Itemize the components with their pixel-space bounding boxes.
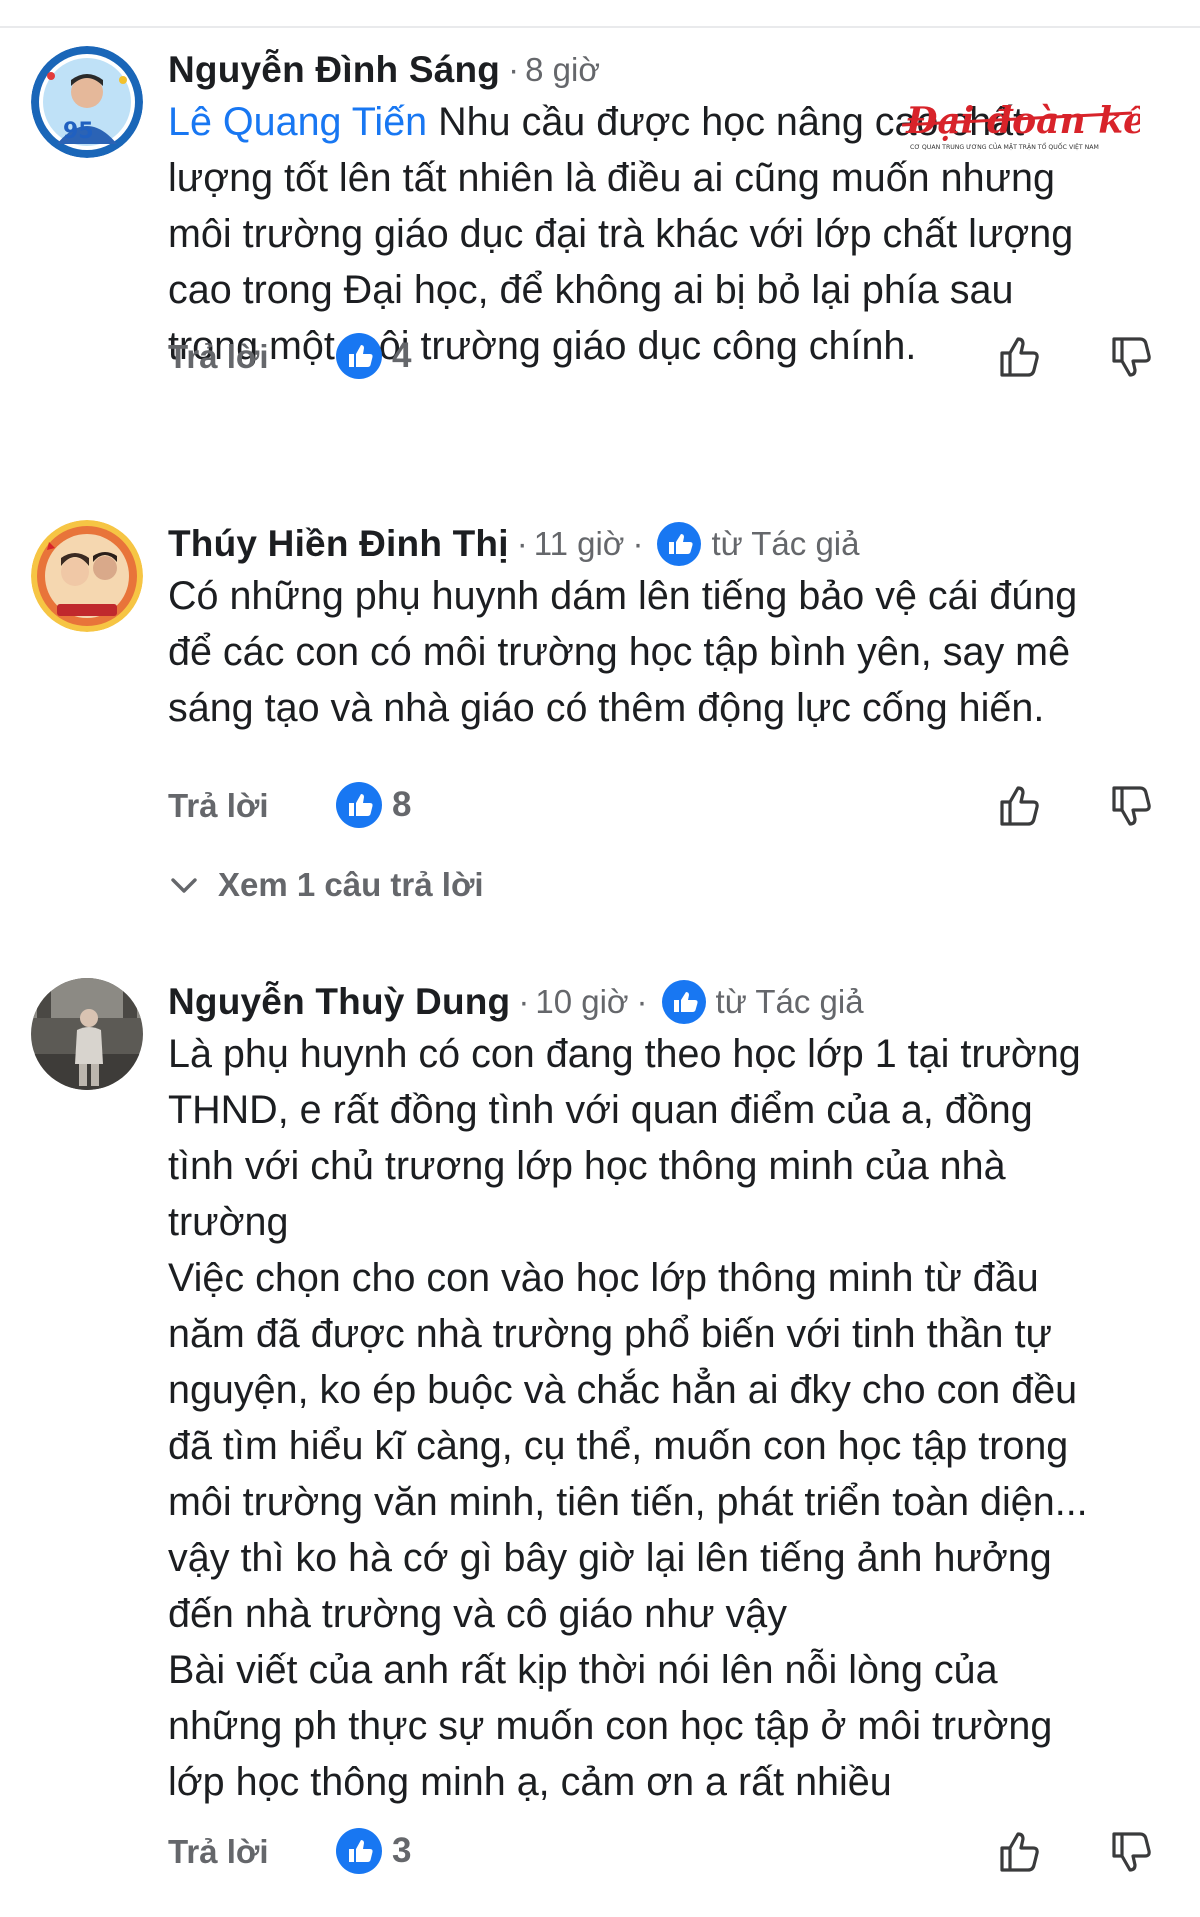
thumbs-down-icon[interactable]	[1108, 333, 1156, 381]
comment-body: Là phụ huynh có con đang theo học lớp 1 …	[168, 1032, 1088, 1804]
thumbs-up-icon[interactable]	[996, 1828, 1044, 1876]
separator-dot: ·	[518, 983, 530, 1020]
comment-actions: Trả lời 8	[168, 778, 1178, 834]
author-name[interactable]: Nguyễn Đình Sáng	[168, 49, 500, 91]
avatar[interactable]	[31, 978, 143, 1090]
timestamp[interactable]: 10 giờ	[535, 983, 628, 1021]
view-replies-button[interactable]: Xem 1 câu trả lời	[168, 866, 484, 904]
like-reaction-icon	[336, 1828, 382, 1874]
avatar[interactable]	[31, 520, 143, 632]
separator-dot: ·	[636, 983, 648, 1020]
author-like-badge-icon	[661, 980, 706, 1024]
like-count-number: 8	[392, 785, 412, 824]
comment-body: Có những phụ huynh dám lên tiếng bảo vệ …	[168, 574, 1078, 730]
comment-header: Thúy Hiền Đinh Thị · 11 giờ · từ Tác giả	[168, 520, 860, 568]
comment-header: Nguyễn Đình Sáng · 8 giờ	[168, 46, 600, 94]
comment-actions: Trả lời 4	[168, 329, 1178, 385]
top-divider	[0, 26, 1200, 28]
like-reaction-icon	[336, 333, 382, 379]
like-reaction-icon	[336, 782, 382, 828]
mention-link[interactable]: Lê Quang Tiến	[168, 100, 427, 144]
separator-dot: ·	[516, 525, 528, 562]
chevron-down-icon	[171, 878, 197, 893]
like-count[interactable]: 4	[336, 333, 411, 379]
thumbs-down-icon[interactable]	[1108, 1828, 1156, 1876]
like-count-number: 4	[392, 336, 412, 375]
comment-header: Nguyễn Thuỳ Dung · 10 giờ · từ Tác giả	[168, 978, 864, 1026]
separator-dot: ·	[508, 51, 520, 88]
watermark-logo-text: Đại đoàn kết	[905, 100, 1140, 142]
separator-dot: ·	[632, 525, 644, 562]
like-count[interactable]: 8	[336, 782, 411, 828]
reply-button[interactable]: Trả lời	[168, 329, 269, 385]
like-count-number: 3	[392, 1831, 412, 1870]
author-badge-text: từ Tác giả	[715, 983, 864, 1020]
author-name[interactable]: Nguyễn Thuỳ Dung	[168, 981, 510, 1023]
like-count[interactable]: 3	[336, 1828, 411, 1874]
svg-text:95: 95	[63, 119, 94, 144]
thumbs-up-icon[interactable]	[996, 333, 1044, 381]
newspaper-watermark-logo: Đại đoàn kết CƠ QUAN TRUNG ƯƠNG CỦA MẶT …	[902, 100, 1140, 151]
reply-button[interactable]: Trả lời	[168, 778, 269, 834]
reply-button[interactable]: Trả lời	[168, 1824, 269, 1880]
timestamp[interactable]: 8 giờ	[525, 51, 600, 89]
author-like-badge-icon	[657, 522, 702, 566]
thumbs-up-icon[interactable]	[996, 782, 1044, 830]
view-replies-label: Xem 1 câu trả lời	[218, 866, 484, 903]
comment-actions: Trả lời 3	[168, 1824, 1178, 1880]
timestamp[interactable]: 11 giờ	[534, 525, 625, 563]
avatar[interactable]: 95	[31, 46, 143, 158]
author-badge-text: từ Tác giả	[711, 525, 860, 562]
author-name[interactable]: Thúy Hiền Đinh Thị	[168, 523, 509, 565]
watermark-tagline: CƠ QUAN TRUNG ƯƠNG CỦA MẶT TRẬN TỔ QUỐC …	[910, 141, 1099, 151]
thumbs-down-icon[interactable]	[1108, 782, 1156, 830]
